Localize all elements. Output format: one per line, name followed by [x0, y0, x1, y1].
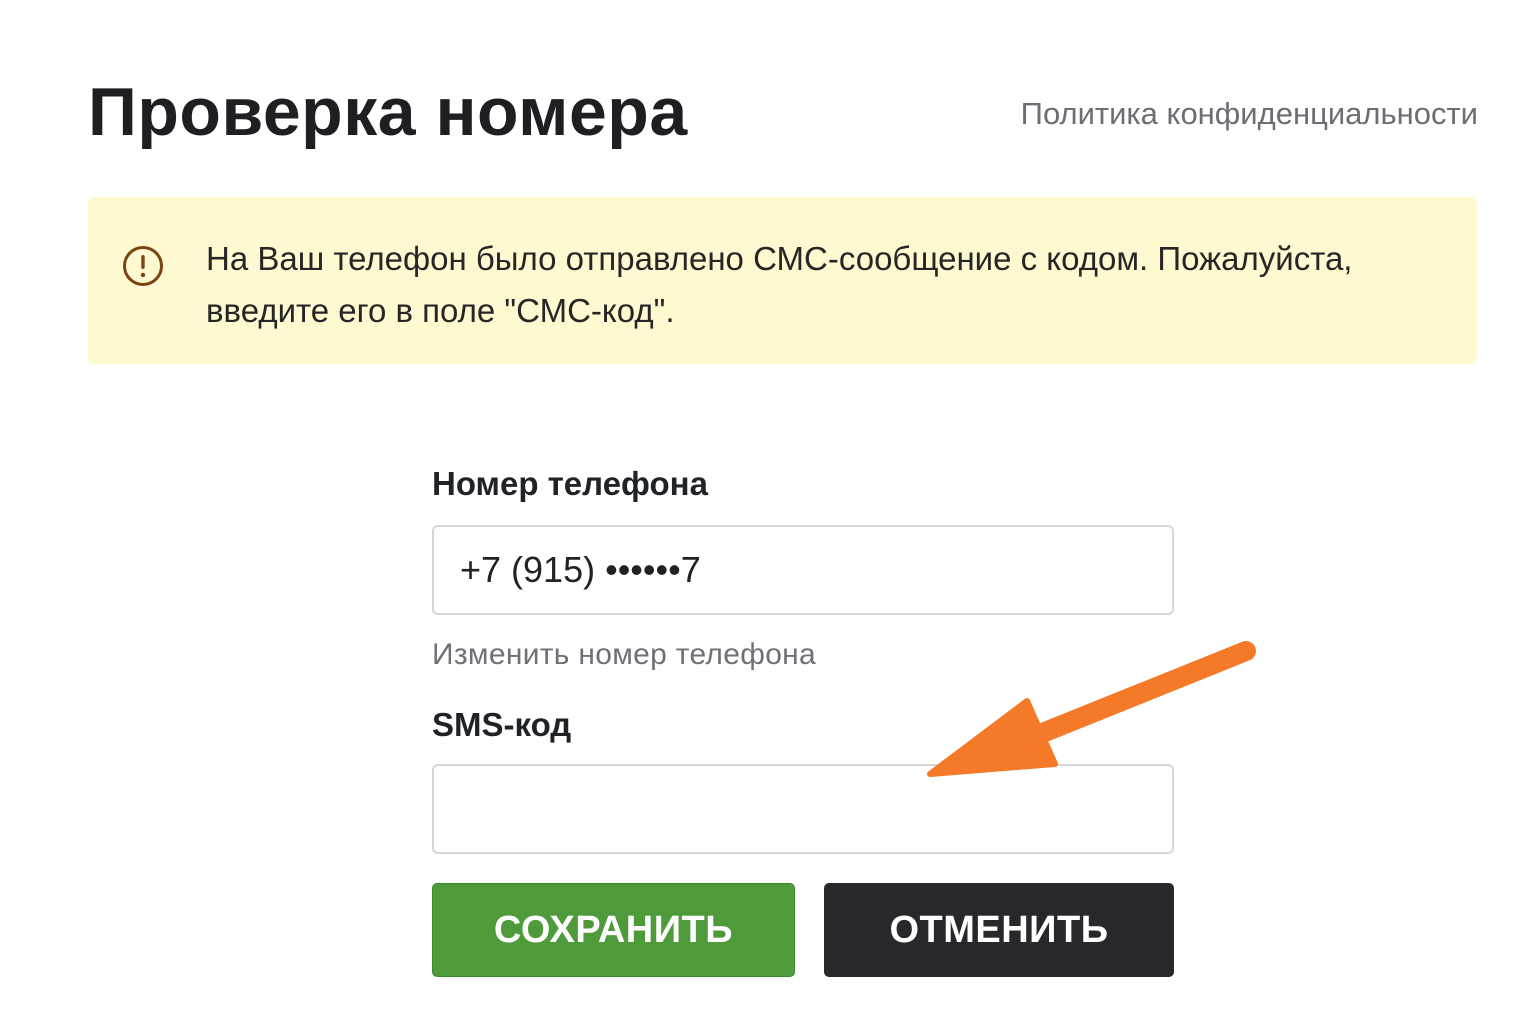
- exclamation-circle-icon: [123, 246, 163, 286]
- page-title: Проверка номера: [88, 74, 688, 150]
- arrow-shaft: [1010, 641, 1256, 752]
- cancel-button[interactable]: ОТМЕНИТЬ: [824, 883, 1174, 977]
- phone-verification-page: Проверка номера Политика конфиденциально…: [0, 0, 1536, 1024]
- annotation-arrow: [927, 641, 1256, 777]
- alert-message: На Ваш телефон было отправлено СМС-сообщ…: [206, 240, 1353, 329]
- sms-code-label: SMS-код: [432, 706, 572, 743]
- change-phone-link[interactable]: Изменить номер телефона: [432, 637, 816, 673]
- sms-sent-alert: На Ваш телефон было отправлено СМС-сообщ…: [88, 197, 1477, 364]
- phone-label: Номер телефона: [432, 465, 708, 502]
- privacy-policy-link[interactable]: Политика конфиденциальности: [1021, 96, 1478, 132]
- save-button[interactable]: СОХРАНИТЬ: [432, 883, 795, 977]
- phone-input[interactable]: [432, 525, 1174, 615]
- sms-code-input[interactable]: [432, 764, 1174, 854]
